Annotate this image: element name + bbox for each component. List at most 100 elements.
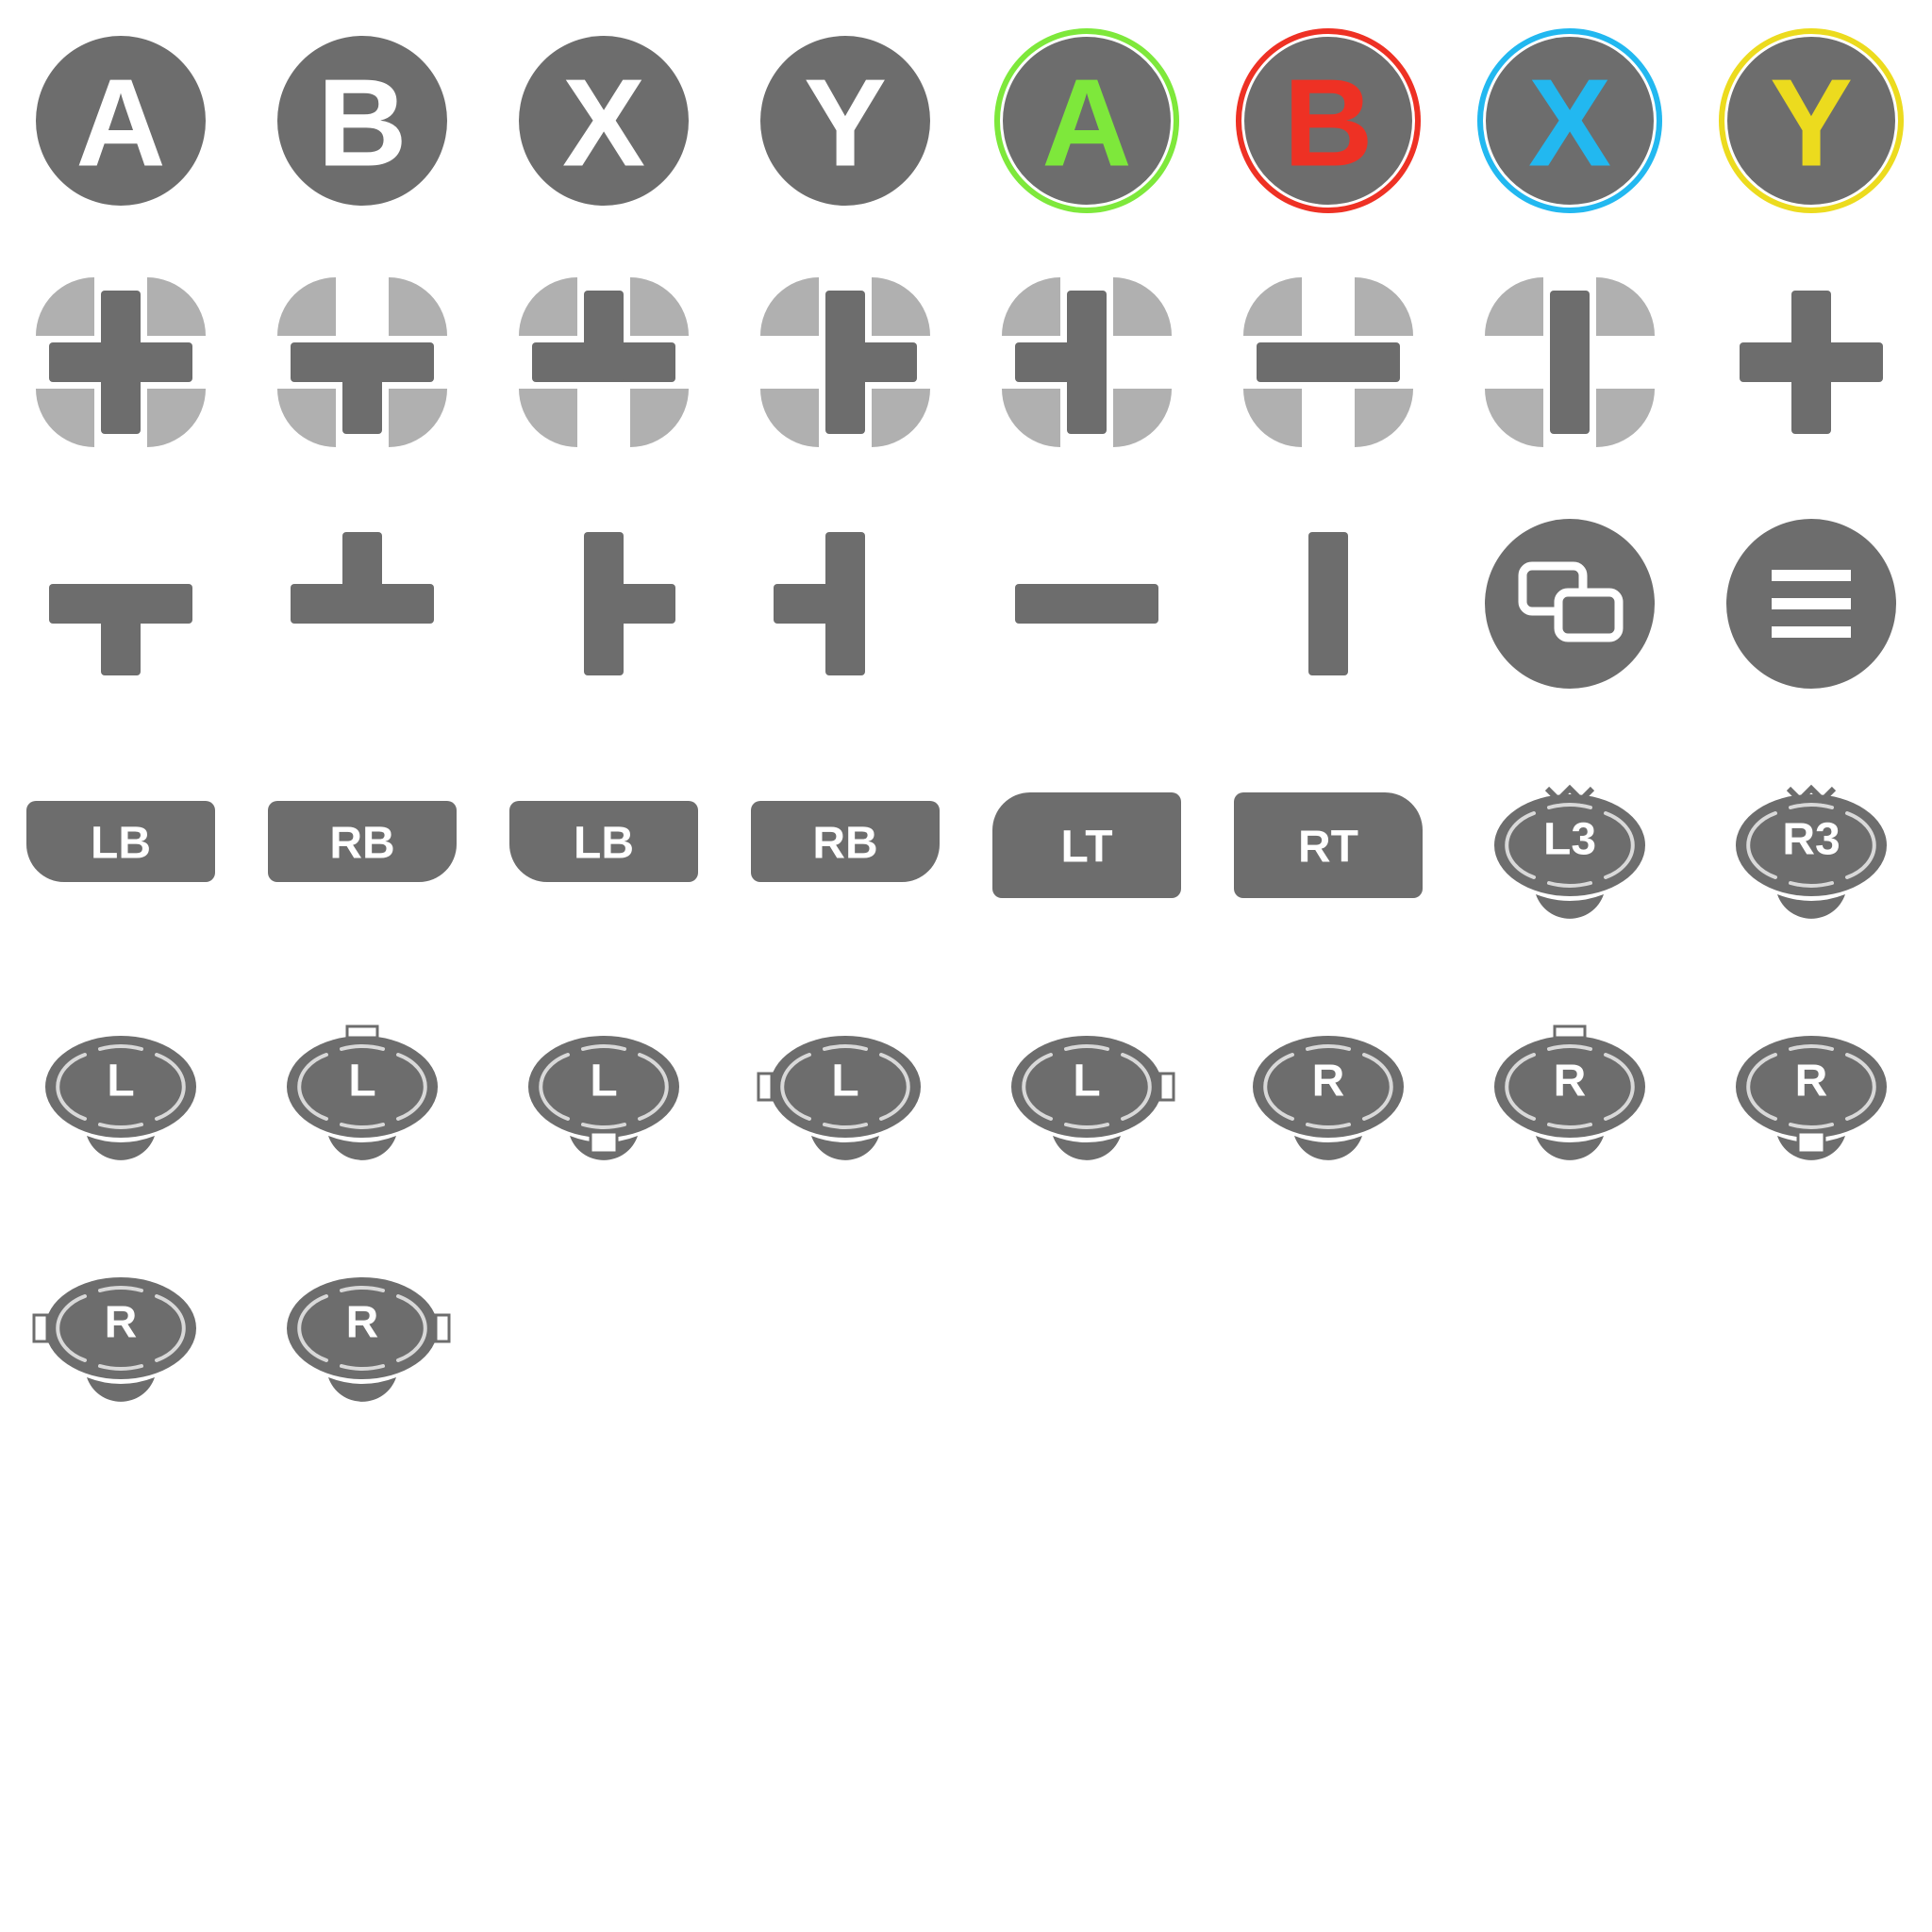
button-letter: Y: [804, 54, 887, 192]
stick-base: [811, 1136, 879, 1160]
dpad-quadrant: [872, 389, 930, 447]
menu-icon: [1772, 570, 1851, 638]
dpad-shape-up-down-right[interactable]: [584, 532, 675, 675]
stick-label: L: [107, 1057, 134, 1107]
bumper-label: RB: [812, 819, 877, 869]
dpad-quadrant: [1485, 389, 1543, 447]
dpad-vertical-bar: [342, 342, 382, 434]
dpad-quadrant: [147, 277, 206, 336]
stick-base: [87, 1377, 155, 1402]
stick-base: [1536, 1136, 1604, 1160]
stick-arrow-right: [1158, 1072, 1175, 1102]
dpad-shape-up-down[interactable]: [1308, 532, 1348, 675]
view-button[interactable]: [1485, 519, 1655, 689]
stick-label: L3: [1543, 815, 1596, 865]
stick-l-right[interactable]: L: [1011, 1036, 1175, 1160]
button-y[interactable]: Y: [760, 36, 930, 206]
dpad-quadrant: [389, 389, 447, 447]
stick-l3[interactable]: L3: [1494, 784, 1645, 919]
stick-label: L: [831, 1057, 858, 1107]
stick-base: [1536, 894, 1604, 919]
stick-r-left[interactable]: R: [32, 1277, 196, 1402]
bumper-lb-right[interactable]: LB: [509, 801, 698, 882]
dpad-quadrant: [147, 389, 206, 447]
stick-arrow-down: [1796, 1130, 1826, 1155]
bumper-label: RB: [329, 819, 394, 869]
stick-arrow-up: [345, 1024, 379, 1040]
button-b[interactable]: B: [277, 36, 447, 206]
bumper-rb-left[interactable]: RB: [268, 801, 457, 882]
dpad-up-down-right[interactable]: [760, 277, 930, 447]
dpad-quadrant: [519, 389, 577, 447]
stick-label: L: [348, 1057, 375, 1107]
trigger-rt[interactable]: RT: [1234, 792, 1423, 898]
dpad-shape-left-right-up[interactable]: [291, 532, 434, 624]
stick-r3[interactable]: R3: [1736, 784, 1887, 919]
dpad-left-right-down[interactable]: [277, 277, 447, 447]
button-y-color[interactable]: Y: [1719, 28, 1904, 213]
stick-r-up[interactable]: R: [1494, 1024, 1645, 1160]
stick-r-right[interactable]: R: [287, 1277, 451, 1402]
dpad-up-down-left[interactable]: [1002, 277, 1172, 447]
stick-l[interactable]: L: [45, 1036, 196, 1160]
stick-label: R3: [1782, 815, 1840, 865]
menu-button[interactable]: [1726, 519, 1896, 689]
stick-base: [328, 1136, 396, 1160]
dpad-quadrant: [1113, 389, 1172, 447]
dpad-all[interactable]: [36, 277, 206, 447]
dpad-none[interactable]: [1740, 291, 1883, 434]
dpad-quadrant: [1002, 277, 1060, 336]
stick-base: [1053, 1136, 1121, 1160]
bumper-label: LB: [91, 819, 151, 869]
button-a[interactable]: A: [36, 36, 206, 206]
dpad-up-down[interactable]: [1485, 277, 1655, 447]
controller-glyph-sheet: A B X Y A B X Y LB RB LB RB LT RT L3 R3 L L L L L R R R R R: [26, 28, 1904, 1402]
bumper-label: LB: [574, 819, 634, 869]
dpad-vertical-bar: [584, 532, 624, 675]
dpad-quadrant: [1113, 277, 1172, 336]
stick-label: L: [1073, 1057, 1100, 1107]
bumper-lb-left[interactable]: LB: [26, 801, 215, 882]
stick-label: R: [105, 1298, 138, 1348]
stick-base: [1294, 1136, 1362, 1160]
stick-label: R: [1554, 1057, 1587, 1107]
dpad-quadrant: [1596, 389, 1655, 447]
stick-arrow-down: [589, 1130, 619, 1155]
stick-base: [87, 1136, 155, 1160]
dpad-quadrant: [760, 277, 819, 336]
trigger-label: RT: [1298, 823, 1358, 873]
stick-arrow-left: [757, 1072, 774, 1102]
stick-l-left[interactable]: L: [757, 1036, 921, 1160]
dpad-vertical-bar: [342, 532, 382, 624]
dpad-vertical-bar: [1067, 291, 1107, 434]
stick-l-up[interactable]: L: [287, 1024, 438, 1160]
button-x[interactable]: X: [519, 36, 689, 206]
dpad-shape-up-down-left[interactable]: [774, 532, 865, 675]
stick-r[interactable]: R: [1253, 1036, 1404, 1160]
dpad-quadrant: [1243, 277, 1302, 336]
dpad-horizontal-bar: [1015, 584, 1158, 624]
dpad-shape-left-right[interactable]: [1015, 584, 1158, 624]
button-x-color[interactable]: X: [1477, 28, 1662, 213]
dpad-quadrant: [1243, 389, 1302, 447]
stick-base: [1777, 894, 1845, 919]
stick-l-down[interactable]: L: [528, 1036, 679, 1160]
button-letter: X: [1528, 54, 1611, 192]
dpad-quadrant: [36, 277, 94, 336]
button-letter: A: [1041, 54, 1131, 192]
stick-r-down[interactable]: R: [1736, 1036, 1887, 1160]
dpad-shape-left-right-down[interactable]: [49, 584, 192, 675]
button-a-color[interactable]: A: [994, 28, 1179, 213]
dpad-vertical-bar: [1308, 532, 1348, 675]
stick-arrow-right: [434, 1313, 451, 1343]
bumper-rb-right[interactable]: RB: [751, 801, 940, 882]
trigger-lt[interactable]: LT: [992, 792, 1181, 898]
button-b-color[interactable]: B: [1236, 28, 1421, 213]
dpad-quadrant: [277, 277, 336, 336]
dpad-left-right[interactable]: [1243, 277, 1413, 447]
stick-label: R: [1312, 1057, 1345, 1107]
dpad-quadrant: [630, 277, 689, 336]
dpad-vertical-bar: [1791, 291, 1831, 434]
dpad-vertical-bar: [1550, 291, 1590, 434]
dpad-left-right-up[interactable]: [519, 277, 689, 447]
